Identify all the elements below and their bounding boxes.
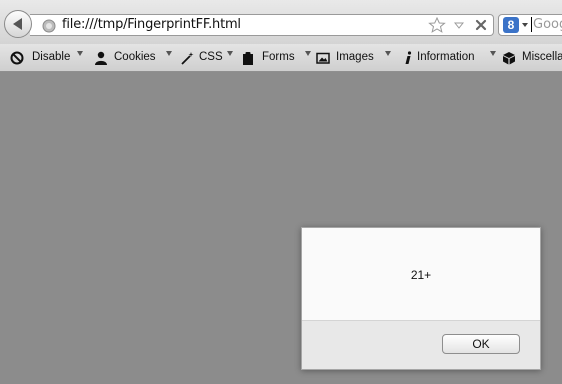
google-search-engine-icon[interactable]: 8: [503, 17, 519, 33]
clipboard-icon: [243, 52, 253, 65]
box-icon: [503, 52, 515, 65]
bookmark-star-icon[interactable]: [428, 17, 446, 33]
site-identity-icon[interactable]: [42, 19, 56, 33]
back-arrow-icon: [13, 18, 22, 30]
url-text[interactable]: file:///tmp/FingerprintFF.html: [62, 17, 241, 32]
image-icon: [316, 52, 330, 64]
stop-icon[interactable]: [474, 18, 488, 32]
ok-button[interactable]: OK: [442, 334, 520, 354]
no-entry-icon: [10, 51, 24, 65]
person-icon: [95, 51, 107, 65]
web-developer-toolbar: Disable Cookies CSS Forms Images Informa…: [0, 44, 562, 72]
navigation-bar: file:///tmp/FingerprintFF.html 8 Goog: [0, 0, 562, 44]
info-icon: [405, 51, 412, 64]
toolbar-item-label: Forms: [262, 51, 295, 63]
search-box[interactable]: 8 Goog: [498, 14, 562, 36]
url-bar[interactable]: file:///tmp/FingerprintFF.html: [30, 14, 494, 36]
search-input[interactable]: Goog: [531, 17, 562, 32]
back-button[interactable]: [4, 10, 32, 38]
toolbar-item-label: Cookies: [114, 51, 156, 63]
toolbar-item-label: CSS: [199, 51, 223, 63]
history-dropdown-icon[interactable]: [454, 22, 464, 29]
toolbar-item-label: Information: [417, 51, 475, 63]
caret-down-icon: [385, 51, 391, 56]
dialog-message: 21+: [410, 268, 432, 282]
toolbar-item-label: Miscella: [522, 51, 562, 63]
engine-dropdown-icon[interactable]: [522, 23, 528, 27]
caret-down-icon: [77, 51, 83, 56]
alert-dialog: 21+ OK: [301, 227, 541, 370]
toolbar-item-label: Images: [336, 51, 374, 63]
caret-down-icon: [305, 51, 311, 56]
toolbar-item-label: Disable: [32, 51, 71, 63]
caret-down-icon: [490, 51, 496, 56]
magic-wand-icon: [181, 52, 194, 65]
caret-down-icon: [166, 51, 172, 56]
caret-down-icon: [227, 51, 233, 56]
